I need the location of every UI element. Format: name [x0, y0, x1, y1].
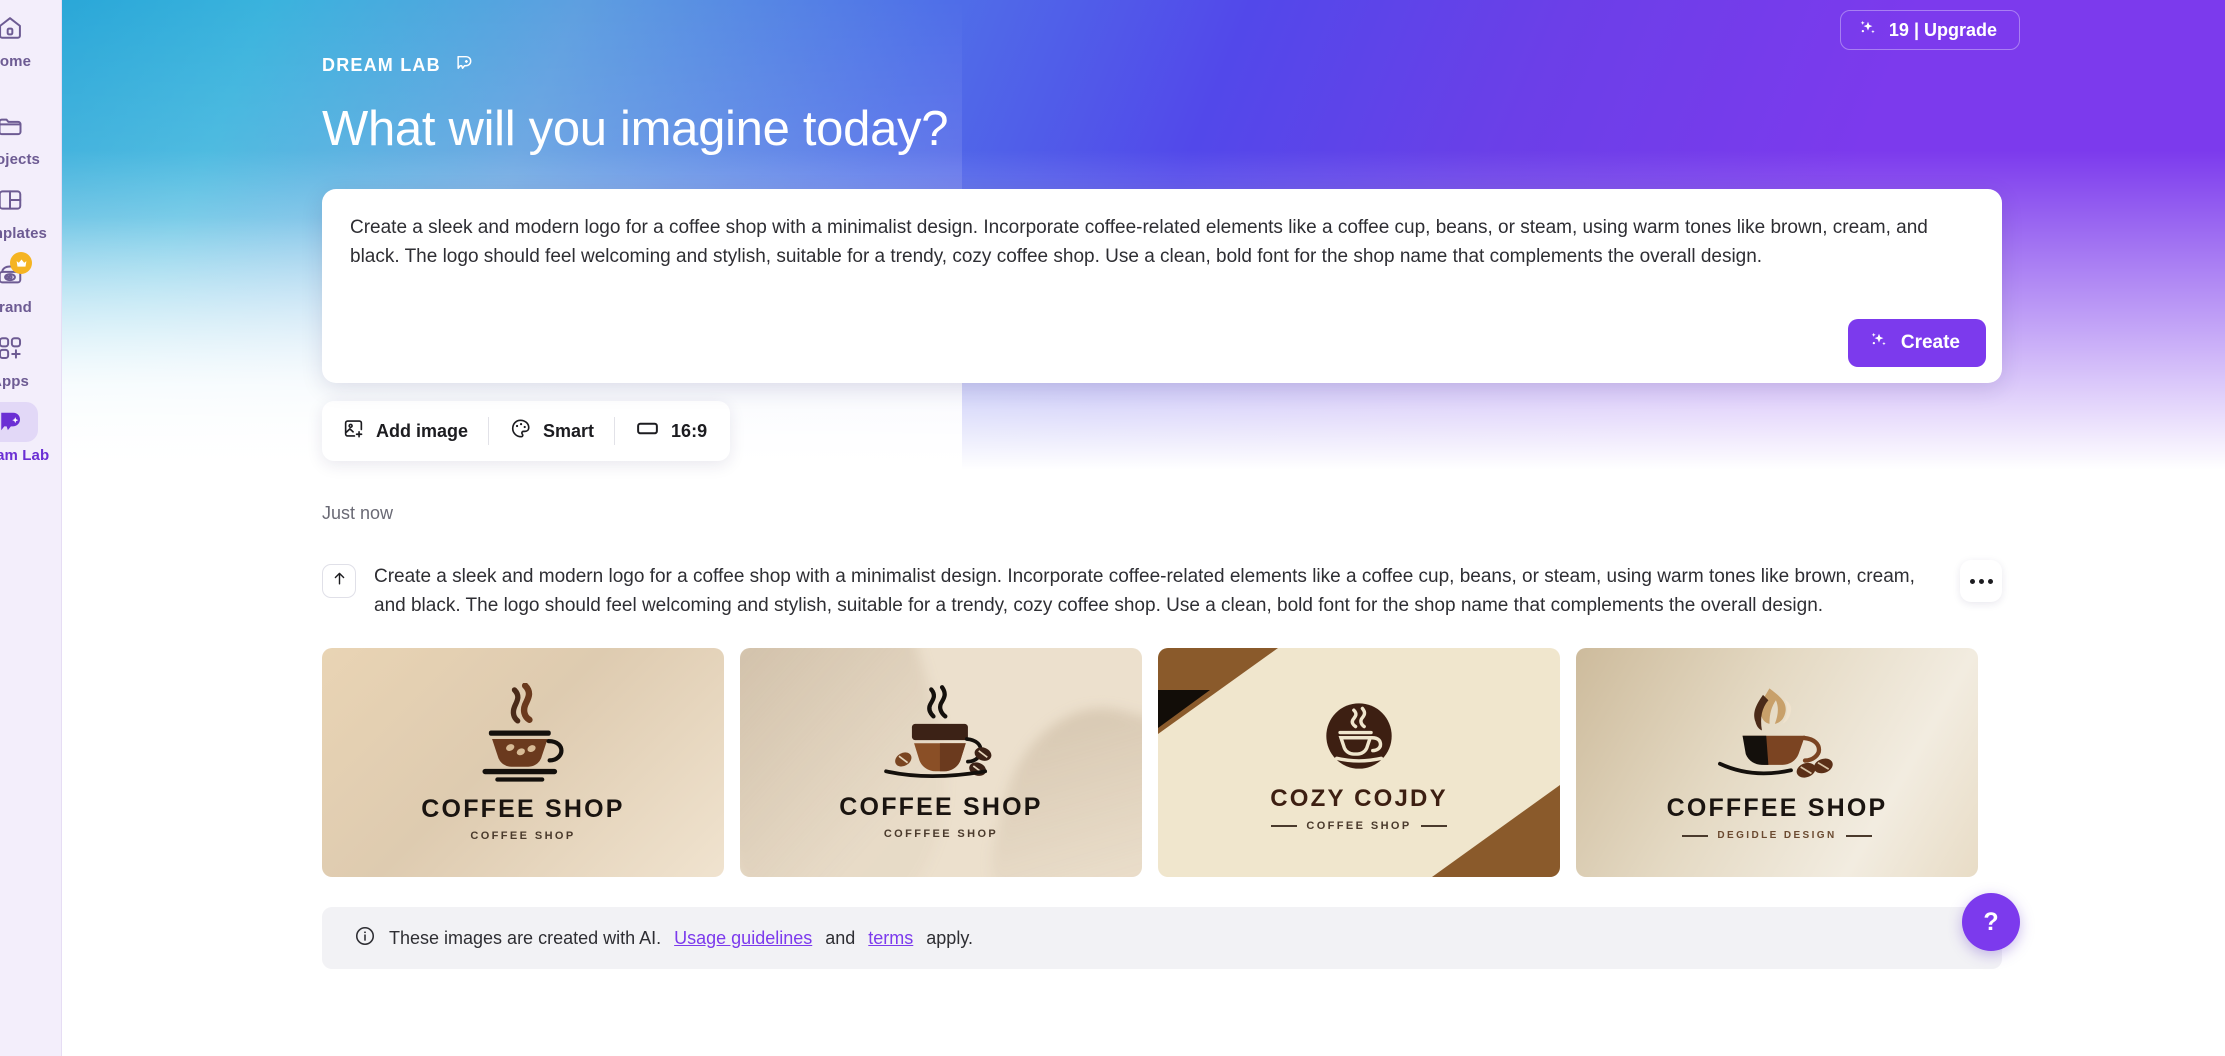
generated-image-4[interactable]: COFFFEE SHOP DEGIDLE DESIGN: [1576, 648, 1978, 877]
layout-icon: [0, 180, 38, 220]
main-content: 19 | Upgrade DREAM LAB What will you ima…: [322, 0, 2020, 969]
coffee-cup-beans-illustration: [884, 685, 992, 778]
ellipsis-icon: [1969, 578, 1975, 584]
info-icon: [354, 925, 376, 952]
logo-title: COFFFEE SHOP: [1666, 794, 1888, 822]
crown-icon: [10, 252, 32, 274]
usage-guidelines-link[interactable]: Usage guidelines: [674, 928, 812, 949]
add-image-label: Add image: [376, 420, 469, 441]
aspect-ratio-button[interactable]: 16:9: [615, 401, 727, 461]
add-image-button[interactable]: Add image: [322, 401, 488, 461]
dream-lab-badge-icon: [453, 52, 475, 79]
prompt-input[interactable]: Create a sleek and modern logo for a cof…: [350, 213, 1950, 271]
brand-kit-icon: [0, 252, 38, 294]
coffee-cup-circle-badge-icon: [1326, 703, 1392, 769]
style-smart-button[interactable]: Smart: [489, 401, 614, 461]
logo-subtitle-rule: DEGIDLE DESIGN: [1682, 830, 1872, 841]
rule-line: [1420, 825, 1447, 827]
terms-link[interactable]: terms: [868, 928, 913, 949]
result-timestamp: Just now: [322, 503, 394, 523]
ai-disclaimer: These images are created with AI. Usage …: [322, 907, 2002, 969]
logo-title: COFFEE SHOP: [421, 795, 625, 823]
generated-image-3[interactable]: COZY COJDY COFFEE SHOP: [1158, 648, 1560, 877]
sidebar-item-dream-lab[interactable]: Dream Lab: [0, 402, 61, 464]
aspect-ratio-icon: [635, 416, 660, 446]
upgrade-label: 19 | Upgrade: [1888, 19, 1997, 40]
sidebar-item-label: Apps: [0, 373, 29, 390]
sidebar-item-apps[interactable]: Apps: [0, 328, 61, 390]
sparkles-icon: [1868, 329, 1890, 357]
generated-images-grid: COFFEE SHOP COFFEE SHOP COFFEE SHOP COFF…: [322, 648, 2002, 877]
help-button[interactable]: ?: [1962, 893, 2020, 951]
disclaimer-text-end: apply.: [926, 927, 973, 948]
coffee-cup-flame-steam-illustration: [1718, 688, 1833, 778]
page-title: What will you imagine today?: [322, 102, 949, 156]
apps-grid-plus-icon: [0, 328, 38, 368]
create-button-label: Create: [1900, 332, 1960, 353]
logo-subtitle: COFFEE SHOP: [1306, 820, 1412, 832]
image-plus-icon: [342, 417, 365, 445]
resend-prompt-button[interactable]: [322, 564, 356, 598]
sidebar-item-label: Projects: [0, 151, 40, 168]
ellipsis-icon: [1978, 578, 1984, 584]
dream-lab-page: Home Projects Templates: [0, 0, 2225, 1056]
left-sidebar: Home Projects Templates: [0, 0, 62, 1056]
folder-icon: [0, 106, 38, 146]
sparkles-icon: [1857, 17, 1879, 44]
logo-subtitle: COFFEE SHOP: [470, 830, 576, 842]
ellipsis-icon: [1987, 578, 1993, 584]
result-more-button[interactable]: [1960, 560, 2002, 602]
logo-title: COFFEE SHOP: [839, 793, 1043, 821]
prompt-options-bar: Add image Smart 16:9: [322, 401, 730, 461]
rule-line: [1682, 834, 1709, 837]
dream-lab-eyebrow: DREAM LAB: [322, 52, 2002, 79]
logo-subtitle-rule: COFFEE SHOP: [1271, 820, 1447, 832]
eyebrow-label: DREAM LAB: [322, 55, 441, 75]
style-smart-label: Smart: [543, 420, 595, 441]
sidebar-item-templates[interactable]: Templates: [0, 180, 61, 242]
sidebar-item-label: Templates: [0, 225, 47, 242]
result-prompt-row: Create a sleek and modern logo for a cof…: [322, 560, 2002, 620]
logo-subtitle: DEGIDLE DESIGN: [1717, 830, 1837, 841]
logo-title: COZY COJDY: [1270, 785, 1448, 812]
arrow-up-icon: [331, 570, 348, 592]
create-button[interactable]: Create: [1847, 319, 1986, 367]
palette-icon: [509, 417, 532, 445]
sidebar-item-label: Brand: [0, 299, 32, 316]
dream-lab-icon: [0, 402, 38, 442]
coffee-cup-steam-illustration: [482, 683, 564, 782]
disclaimer-text: These images are created with AI.: [389, 927, 662, 948]
prompt-card: Create a sleek and modern logo for a cof…: [322, 189, 2002, 383]
sidebar-item-label: Home: [0, 53, 32, 70]
sidebar-item-brand[interactable]: Brand: [0, 252, 61, 316]
aspect-ratio-label: 16:9: [671, 420, 708, 441]
rule-line: [1845, 834, 1872, 837]
generated-image-1[interactable]: COFFEE SHOP COFFEE SHOP: [322, 648, 724, 877]
disclaimer-conjunction: and: [825, 927, 856, 948]
result-prompt-text: Create a sleek and modern logo for a cof…: [374, 566, 1915, 616]
sidebar-item-home[interactable]: Home: [0, 8, 61, 70]
sidebar-item-label: Dream Lab: [0, 447, 50, 464]
home-icon: [0, 8, 38, 48]
sidebar-item-projects[interactable]: Projects: [0, 106, 61, 168]
upgrade-button[interactable]: 19 | Upgrade: [1839, 10, 2020, 50]
logo-subtitle: COFFFEE SHOP: [883, 828, 999, 840]
rule-line: [1271, 825, 1298, 827]
generated-image-2[interactable]: COFFEE SHOP COFFFEE SHOP: [740, 648, 1142, 877]
